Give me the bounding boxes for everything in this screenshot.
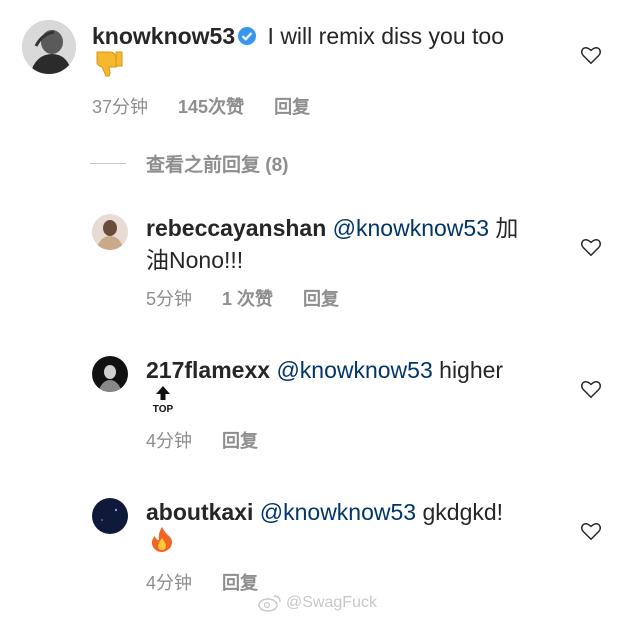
username[interactable]: aboutkaxi xyxy=(146,499,253,525)
comment-text: higher xyxy=(439,357,504,383)
divider xyxy=(90,163,126,164)
avatar[interactable] xyxy=(92,498,128,534)
comment-text: 加 xyxy=(495,215,519,241)
avatar[interactable] xyxy=(22,20,76,74)
comment-text: gkdgkd! xyxy=(422,499,504,525)
comment-time: 5分钟 xyxy=(146,289,193,309)
view-previous-replies[interactable]: 查看之前回复 (8) xyxy=(90,150,289,177)
heart-icon[interactable] xyxy=(580,44,602,66)
comment-time: 4分钟 xyxy=(146,573,193,593)
username[interactable]: 217flamexx xyxy=(146,357,270,383)
weibo-icon xyxy=(258,595,281,612)
heart-icon[interactable] xyxy=(580,378,602,400)
verified-badge-icon xyxy=(238,27,257,45)
reply-button[interactable]: 回复 xyxy=(303,285,339,311)
reply-button[interactable]: 回复 xyxy=(222,427,258,453)
username[interactable]: rebeccayanshan xyxy=(146,215,326,241)
avatar[interactable] xyxy=(92,214,128,250)
reply-button[interactable]: 回复 xyxy=(222,569,258,595)
like-count[interactable]: 1 次赞 xyxy=(222,285,273,311)
thumbs-down-icon xyxy=(94,50,124,83)
mention-link[interactable]: @knowknow53 xyxy=(260,499,416,525)
comment-time: 37分钟 xyxy=(92,97,149,117)
like-count[interactable]: 145次赞 xyxy=(178,93,244,119)
top-label: TOP xyxy=(152,404,174,415)
mention-link[interactable]: @knowknow53 xyxy=(276,357,432,383)
watermark: @SwagFuck xyxy=(258,594,377,612)
comment-text-line2: 油Nono!!! xyxy=(146,247,244,273)
reply-button[interactable]: 回复 xyxy=(274,93,310,119)
avatar[interactable] xyxy=(92,356,128,392)
comment-text: I will remix diss you too xyxy=(267,23,505,49)
comment-time: 4分钟 xyxy=(146,431,193,451)
heart-icon[interactable] xyxy=(580,236,602,258)
mention-link[interactable]: @knowknow53 xyxy=(333,215,489,241)
fire-icon xyxy=(150,526,174,557)
top-arrow-icon: TOP xyxy=(150,386,176,415)
username[interactable]: knowknow53 xyxy=(92,23,235,49)
heart-icon[interactable] xyxy=(580,520,602,542)
